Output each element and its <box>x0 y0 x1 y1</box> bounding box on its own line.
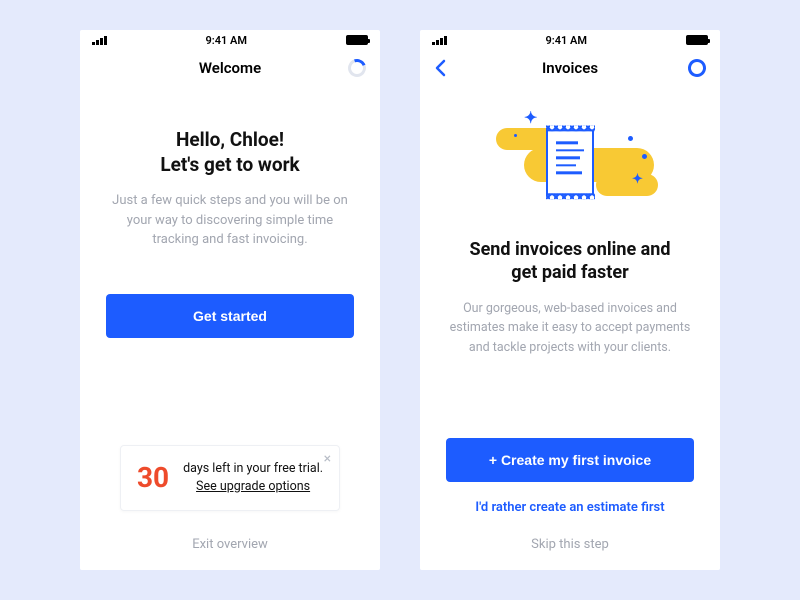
dot-icon <box>642 154 647 159</box>
progress-ring-icon <box>345 56 369 80</box>
sparkle-icon: ✦ <box>524 108 537 127</box>
signal-icon <box>92 35 107 45</box>
nav-bar: Invoices <box>420 50 720 86</box>
status-time: 9:41 AM <box>205 34 247 47</box>
status-time: 9:41 AM <box>545 34 587 47</box>
signal-icon <box>432 35 447 45</box>
content: Hello, Chloe! Let's get to work Just a f… <box>80 86 380 521</box>
headline: Send invoices online and get paid faster <box>470 238 671 285</box>
create-estimate-link[interactable]: I'd rather create an estimate first <box>446 500 694 515</box>
upgrade-link[interactable]: See upgrade options <box>196 479 310 494</box>
sub-copy: Just a few quick steps and you will be o… <box>106 191 354 250</box>
headline: Hello, Chloe! Let's get to work <box>160 128 299 177</box>
status-bar: 9:41 AM <box>80 30 380 50</box>
dot-icon <box>628 136 633 141</box>
exit-overview-link[interactable]: Exit overview <box>80 521 380 570</box>
status-bar: 9:41 AM <box>420 30 720 50</box>
skip-step-link[interactable]: Skip this step <box>420 521 720 570</box>
actions: + Create my first invoice I'd rather cre… <box>446 438 694 515</box>
battery-icon <box>686 35 708 45</box>
trial-copy: days left in your free trial. <box>183 461 323 476</box>
trial-text: days left in your free trial. See upgrad… <box>183 460 323 496</box>
nav-bar: Welcome <box>80 50 380 86</box>
sub-copy: Our gorgeous, web-based invoices and est… <box>446 299 694 357</box>
get-started-button[interactable]: Get started <box>106 294 354 338</box>
dot-icon <box>514 134 517 137</box>
sparkle-icon: ✦ <box>632 172 643 187</box>
progress-indicator <box>688 59 706 77</box>
trial-banner: × 30 days left in your free trial. See u… <box>120 445 340 511</box>
receipt-icon <box>546 129 594 195</box>
nav-title: Welcome <box>199 59 261 77</box>
battery-icon <box>346 35 368 45</box>
invoice-illustration: ✦ ✦ <box>446 106 694 216</box>
back-button[interactable] <box>434 59 446 77</box>
progress-indicator <box>348 59 366 77</box>
create-invoice-button[interactable]: + Create my first invoice <box>446 438 694 482</box>
welcome-screen: 9:41 AM Welcome Hello, Chloe! Let's get … <box>80 30 380 570</box>
trial-days-left: 30 <box>137 464 169 492</box>
invoices-screen: 9:41 AM Invoices ✦ ✦ <box>420 30 720 570</box>
chevron-left-icon <box>434 59 446 77</box>
nav-title: Invoices <box>542 59 598 77</box>
close-icon[interactable]: × <box>324 452 331 466</box>
content: ✦ ✦ Send invoices online and get paid fa… <box>420 86 720 521</box>
progress-ring-icon <box>685 56 709 80</box>
